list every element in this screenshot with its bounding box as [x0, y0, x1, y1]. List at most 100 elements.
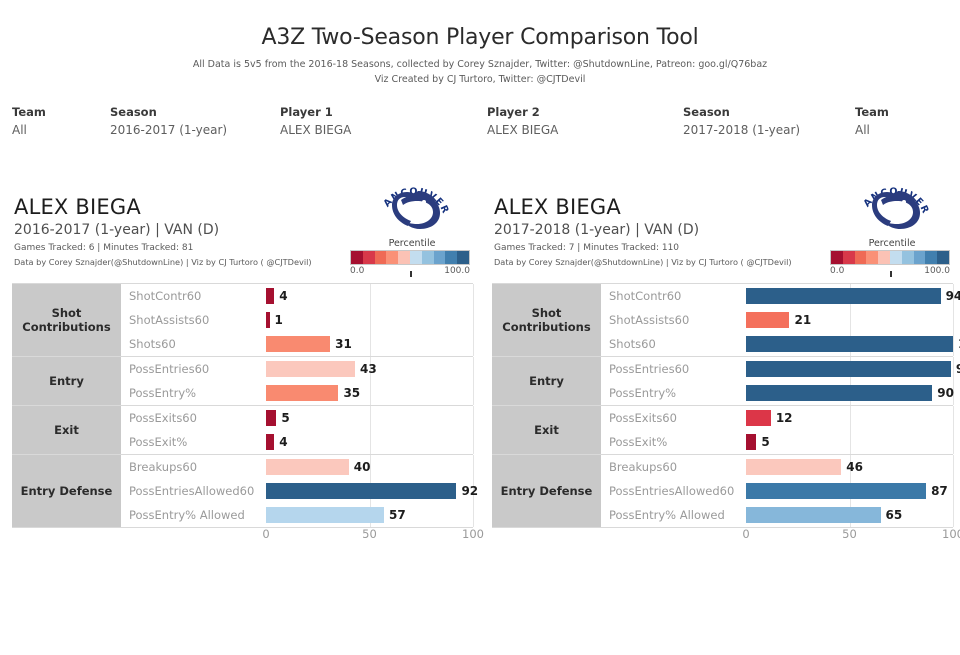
percentile-bar[interactable] — [266, 434, 275, 450]
axis-tick: 0 — [262, 527, 270, 541]
percentile-bar[interactable] — [746, 434, 757, 450]
stat-label: PossEntriesAllowed60 — [609, 484, 735, 498]
percentile-bar[interactable] — [266, 288, 275, 304]
stat-group-label: Shot Contributions — [12, 284, 122, 356]
stat-bar-track: 40 — [266, 455, 474, 479]
table-row[interactable]: ShotAssists60 21 — [602, 308, 954, 332]
percentile-bar[interactable] — [746, 288, 941, 304]
percentile-bar[interactable] — [746, 483, 927, 499]
stat-group-label: Exit — [12, 406, 122, 454]
percentile-bar[interactable] — [746, 312, 790, 328]
percentile-bar[interactable] — [746, 385, 933, 401]
table-row[interactable]: PossEntry% 35 — [122, 381, 474, 405]
percentile-value: 46 — [846, 460, 863, 474]
legend-swatch-9 — [457, 251, 469, 264]
axis-tick: 50 — [842, 527, 857, 541]
stat-bar-track: 90 — [746, 381, 954, 405]
percentile-bar[interactable] — [266, 361, 355, 377]
player-tracking-meta: Games Tracked: 7 | Minutes Tracked: 110 — [494, 243, 680, 253]
player-panel-left: ALEX BIEGA 2016-2017 (1-year) | VAN (D) Ga… — [0, 163, 484, 541]
percentile-bar[interactable] — [746, 410, 771, 426]
table-row[interactable]: PossEntriesAllowed60 87 — [602, 479, 954, 503]
filter-bar: Team All Season 2016-2017 (1-year) Player 1 A… — [0, 104, 960, 150]
filter-value[interactable]: ALEX BIEGA — [280, 121, 351, 139]
table-row[interactable]: PossExit% 4 — [122, 430, 474, 454]
stat-label: PossExits60 — [129, 411, 197, 425]
percentile-bar[interactable] — [266, 385, 339, 401]
stat-bar-track: 99 — [746, 357, 960, 381]
percentile-bar[interactable] — [266, 336, 331, 352]
legend-max: 100.0 — [924, 266, 950, 276]
filter-value[interactable]: ALEX BIEGA — [487, 121, 558, 139]
player-season-team: 2016-2017 (1-year) | VAN (D) — [14, 222, 220, 238]
percentile-bar[interactable] — [266, 410, 277, 426]
filter-player-2[interactable]: Player 2 ALEX BIEGA — [487, 104, 558, 139]
table-row[interactable]: PossEntry% Allowed 57 — [122, 503, 474, 527]
stat-label: PossEntry% Allowed — [609, 508, 725, 522]
stat-bar-track: 92 — [266, 479, 478, 503]
table-row[interactable]: ShotAssists60 1 — [122, 308, 474, 332]
table-row[interactable]: Shots60 31 — [122, 332, 474, 356]
filter-value[interactable]: 2017-2018 (1-year) — [683, 121, 800, 139]
legend-swatch-2 — [374, 251, 387, 264]
table-row[interactable]: PossEntry% Allowed 65 — [602, 503, 954, 527]
percentile-bar[interactable] — [746, 361, 951, 377]
table-row[interactable]: ShotContr60 4 — [122, 284, 474, 308]
filter-season-1[interactable]: Season 2016-2017 (1-year) — [110, 104, 227, 139]
legend-swatch-3 — [386, 251, 399, 264]
player-header: ALEX BIEGA 2016-2017 (1-year) | VAN (D) Ga… — [14, 195, 354, 268]
percentile-bar[interactable] — [266, 483, 457, 499]
table-row[interactable]: PossEntries60 99 — [602, 357, 960, 381]
filter-season-2[interactable]: Season 2017-2018 (1-year) — [683, 104, 800, 139]
stat-group: Entry Defense Breakups60 46 PossEntriesAllo… — [492, 455, 954, 527]
percentile-value: 57 — [388, 508, 406, 522]
filter-value[interactable]: All — [12, 121, 46, 139]
legend-swatch-8 — [925, 251, 938, 264]
stat-group-label: Exit — [492, 406, 602, 454]
page-subtitle-1: All Data is 5v5 from the 2016-18 Seasons… — [192, 59, 768, 71]
percentile-value: 5 — [761, 435, 770, 449]
legend-swatch-9 — [937, 251, 949, 264]
table-row[interactable]: Shots60 100 — [602, 332, 960, 356]
stat-label: PossEntry% — [129, 386, 197, 400]
stat-bar-track: 31 — [266, 332, 474, 356]
table-row[interactable]: PossEntriesAllowed60 92 — [122, 479, 478, 503]
stat-label: PossEntry% Allowed — [129, 508, 245, 522]
percentile-value: 21 — [794, 313, 812, 327]
percentile-value: 5 — [281, 411, 290, 425]
percentile-bar[interactable] — [266, 459, 349, 475]
table-row[interactable]: ShotContr60 94 — [602, 284, 960, 308]
table-row[interactable]: Breakups60 46 — [602, 455, 954, 479]
table-row[interactable]: Breakups60 40 — [122, 455, 474, 479]
stat-bar-track: 4 — [266, 430, 474, 454]
percentile-value: 4 — [279, 435, 288, 449]
legend-swatch-3 — [866, 251, 879, 264]
stat-bar-track: 46 — [746, 455, 954, 479]
percentile-bar[interactable] — [746, 507, 881, 523]
stat-group-label: Entry Defense — [12, 455, 122, 527]
filter-value[interactable]: 2016-2017 (1-year) — [110, 121, 227, 139]
percentile-bar[interactable] — [746, 336, 953, 352]
table-row[interactable]: PossExit% 5 — [602, 430, 954, 454]
table-row[interactable]: PossEntry% 90 — [602, 381, 954, 405]
stat-bar-track: 57 — [266, 503, 474, 527]
filter-player-1[interactable]: Player 1 ALEX BIEGA — [280, 104, 351, 139]
stat-bar-track: 5 — [746, 430, 954, 454]
table-row[interactable]: PossEntries60 43 — [122, 357, 474, 381]
table-row[interactable]: PossExits60 5 — [122, 406, 474, 430]
table-row[interactable]: PossExits60 12 — [602, 406, 954, 430]
percentile-value: 12 — [775, 411, 793, 425]
player-credit: Data by Corey Sznajder(@ShutdownLine) | … — [14, 257, 312, 267]
stats-table: Shot Contributions ShotContr60 94 ShotAssis… — [492, 283, 960, 528]
filter-team-2[interactable]: Team All — [855, 104, 889, 139]
stat-label: ShotContr60 — [609, 289, 682, 303]
filter-team-1[interactable]: Team All — [12, 104, 46, 139]
stat-group: Entry PossEntries60 43 PossEntry% 35 — [12, 357, 474, 406]
filter-label: Player 2 — [487, 105, 540, 119]
filter-value[interactable]: All — [855, 121, 889, 139]
stat-group-label: Entry — [492, 357, 602, 405]
percentile-bar[interactable] — [746, 459, 842, 475]
stat-group-label: Entry Defense — [492, 455, 602, 527]
percentile-bar[interactable] — [266, 507, 384, 523]
stat-label: Breakups60 — [129, 460, 198, 474]
